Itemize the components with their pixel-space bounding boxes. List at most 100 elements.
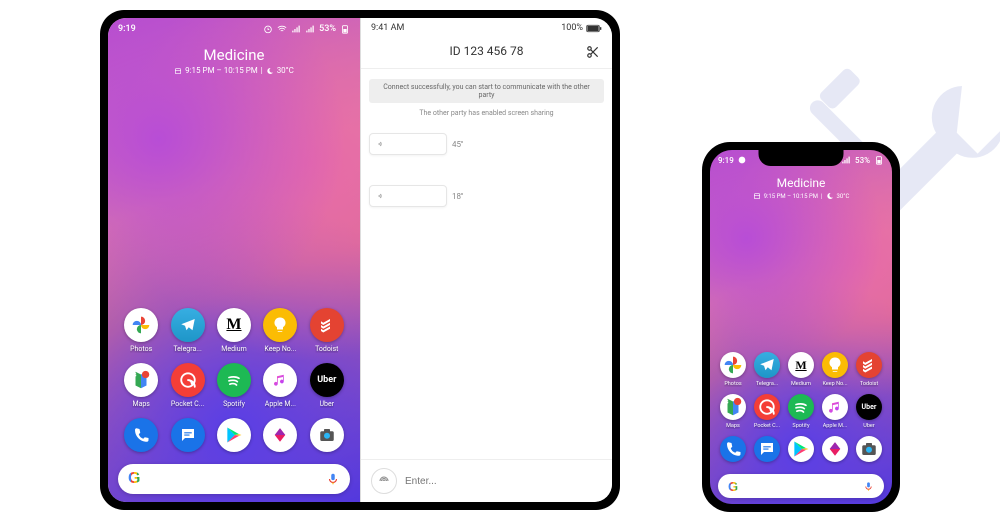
app-pocketcasts[interactable]: Pocket C... — [164, 363, 210, 408]
dock-app-messages[interactable] — [750, 436, 784, 462]
status-time: 9:19 — [118, 24, 136, 34]
chat-header: ID 123 456 78 — [361, 38, 612, 69]
app-applemusic[interactable]: Apple M... — [257, 363, 303, 408]
uber-icon: Uber — [310, 363, 344, 397]
dock-app-unknown[interactable] — [818, 436, 852, 462]
app-todoist[interactable]: Todoist — [852, 352, 886, 387]
maps-icon: G — [720, 394, 746, 420]
widget-time-range: 9:15 PM – 10:15 PM — [185, 66, 258, 75]
app-pocketcasts[interactable]: Pocket C... — [750, 394, 784, 429]
app-telegram[interactable]: Telegra... — [750, 352, 784, 387]
dock-app-camera[interactable] — [304, 418, 350, 452]
uber-icon: Uber — [856, 394, 882, 420]
pocketcasts-icon — [754, 394, 780, 420]
app-applemusic[interactable]: Apple M... — [818, 394, 852, 429]
app-todoist[interactable]: Todoist — [304, 308, 350, 353]
dock-app-play[interactable] — [784, 436, 818, 462]
camera-icon — [310, 418, 344, 452]
app-keep[interactable]: Keep No... — [257, 308, 303, 353]
spotify-icon — [788, 394, 814, 420]
app-label: Apple M... — [823, 423, 848, 429]
app-label: Apple M... — [265, 400, 296, 408]
battery-icon — [874, 155, 884, 165]
photos-icon — [720, 352, 746, 378]
app-maps[interactable]: GMaps — [118, 363, 164, 408]
app-spotify[interactable]: Spotify — [784, 394, 818, 429]
mic-icon[interactable] — [326, 472, 340, 486]
scissors-icon[interactable] — [586, 44, 600, 63]
voice-bubble[interactable] — [369, 133, 447, 155]
app-photos[interactable]: Photos — [118, 308, 164, 353]
app-uber[interactable]: Uber Uber — [852, 394, 886, 429]
photos-icon — [124, 308, 158, 342]
svg-text:G: G — [133, 372, 137, 378]
voice-duration: 18'' — [452, 192, 463, 201]
medium-icon: M — [788, 352, 814, 378]
dock-app-unknown[interactable] — [257, 418, 303, 452]
app-grid: Photos Telegra... MMediumKeep No... Todoist… — [710, 352, 892, 462]
dock-app-camera[interactable] — [852, 436, 886, 462]
widget-time-range: 9:15 PM – 10:15 PM — [764, 193, 818, 200]
dock-app-phone[interactable] — [716, 436, 750, 462]
battery-icon — [586, 24, 602, 33]
app-maps[interactable]: GMaps — [716, 394, 750, 429]
app-label: Todoist — [315, 345, 338, 353]
pocketcasts-icon — [171, 363, 205, 397]
camera-icon — [856, 436, 882, 462]
app-label: Uber — [320, 400, 335, 408]
google-search-bar[interactable]: G — [118, 464, 350, 494]
voice-record-button[interactable] — [371, 468, 397, 494]
app-keep[interactable]: Keep No... — [818, 352, 852, 387]
play-icon — [788, 436, 814, 462]
app-label: Uber — [863, 423, 874, 429]
telegram-icon — [171, 308, 205, 342]
ipad-status-time: 9:41 AM — [371, 23, 404, 33]
unknown-icon — [822, 436, 848, 462]
tablet-right-chat-panel: 9:41 AM 100% ID 123 456 78 Connect succe… — [360, 18, 612, 502]
ipad-status-battery: 100% — [561, 23, 583, 33]
applemusic-icon — [822, 394, 848, 420]
app-label: Telegra... — [756, 381, 778, 387]
phone-icon — [720, 436, 746, 462]
keep-icon — [263, 308, 297, 342]
google-search-bar[interactable]: G — [718, 474, 884, 498]
status-battery: 53% — [319, 24, 336, 34]
app-telegram[interactable]: Telegra... — [164, 308, 210, 353]
app-label: Todoist — [860, 381, 878, 387]
sound-wave-icon — [376, 138, 388, 150]
voice-duration: 45'' — [452, 140, 463, 149]
app-medium[interactable]: MMedium — [784, 352, 818, 387]
alarm-icon — [263, 24, 273, 34]
chat-input[interactable] — [405, 476, 602, 487]
applemusic-icon — [263, 363, 297, 397]
mic-icon[interactable] — [863, 481, 874, 492]
widget-temp: 30°C — [277, 66, 294, 75]
svg-text:G: G — [725, 399, 729, 405]
calendar-widget[interactable]: Medicine 9:15 PM – 10:15 PM | 30°C — [710, 176, 892, 200]
voice-message[interactable]: 18'' — [369, 185, 604, 207]
app-label: Photos — [724, 381, 741, 387]
sound-wave-icon — [376, 190, 388, 202]
app-label: Medium — [221, 345, 246, 353]
status-bar: 9:19 53% — [108, 18, 360, 40]
app-medium[interactable]: MMedium — [211, 308, 257, 353]
app-label: Pocket C... — [754, 423, 780, 429]
tablet-device: 9:19 53% Medicine 9:15 PM – 10:15 PM — [100, 10, 620, 510]
dock-app-phone[interactable] — [118, 418, 164, 452]
phone-homescreen[interactable]: 9:19 53% Medicine 9:15 PM – 10:15 PM | 3… — [710, 150, 892, 504]
voice-message[interactable]: 45'' — [369, 133, 604, 155]
app-spotify[interactable]: Spotify — [211, 363, 257, 408]
app-photos[interactable]: Photos — [716, 352, 750, 387]
calendar-widget[interactable]: Medicine 9:15 PM – 10:15 PM | 30°C — [108, 46, 360, 75]
ipad-status-bar: 9:41 AM 100% — [361, 18, 612, 38]
tablet-left-homescreen[interactable]: 9:19 53% Medicine 9:15 PM – 10:15 PM — [108, 18, 360, 502]
app-label: Telegra... — [173, 345, 201, 353]
app-uber[interactable]: Uber Uber — [304, 363, 350, 408]
dock-app-messages[interactable] — [164, 418, 210, 452]
dock-app-play[interactable] — [211, 418, 257, 452]
phone-device: 9:19 53% Medicine 9:15 PM – 10:15 PM | 3… — [702, 142, 900, 512]
todoist-icon — [856, 352, 882, 378]
google-logo-icon: G — [728, 479, 738, 494]
todoist-icon — [310, 308, 344, 342]
voice-bubble[interactable] — [369, 185, 447, 207]
